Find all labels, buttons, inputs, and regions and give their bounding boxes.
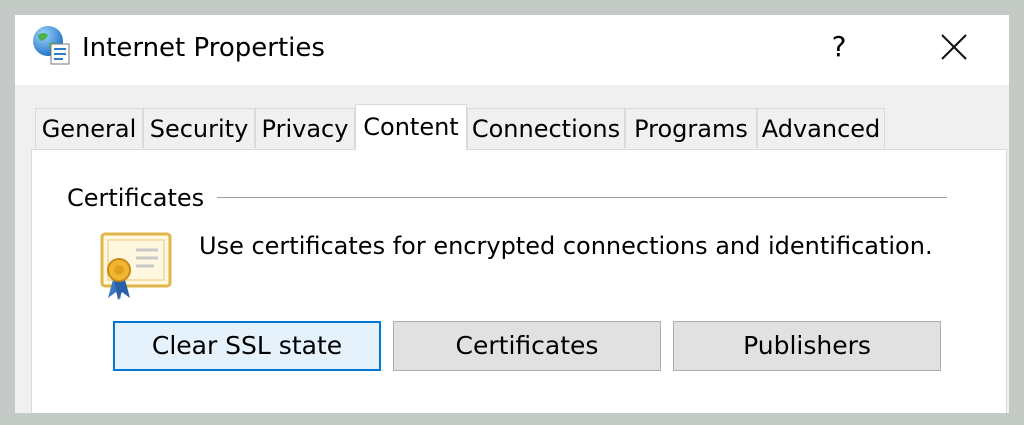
window-title: Internet Properties <box>82 33 325 63</box>
close-icon <box>941 34 967 60</box>
certificates-button[interactable]: Certificates <box>393 321 661 371</box>
certificates-group-label: Certificates <box>67 183 205 213</box>
tab-general[interactable]: General <box>35 108 143 148</box>
close-button[interactable] <box>929 25 977 71</box>
tab-connections[interactable]: Connections <box>467 108 625 148</box>
internet-properties-dialog: Internet Properties ? General Security P… <box>15 15 1009 413</box>
title-bar[interactable]: Internet Properties ? <box>15 15 1009 85</box>
certificate-icon <box>94 230 174 304</box>
group-divider <box>217 197 947 198</box>
tab-security[interactable]: Security <box>143 108 255 148</box>
help-button[interactable]: ? <box>815 23 863 69</box>
tab-advanced[interactable]: Advanced <box>757 108 885 148</box>
tab-content[interactable]: Content <box>355 104 467 150</box>
certificates-description: Use certificates for encrypted connectio… <box>199 232 933 260</box>
content-tab-panel: Certificates Use certificates for encryp… <box>31 149 1007 413</box>
clear-ssl-state-button[interactable]: Clear SSL state <box>113 321 381 371</box>
publishers-button[interactable]: Publishers <box>673 321 941 371</box>
globe-document-icon <box>32 25 72 65</box>
tab-programs[interactable]: Programs <box>625 108 757 148</box>
tab-privacy[interactable]: Privacy <box>255 108 355 148</box>
